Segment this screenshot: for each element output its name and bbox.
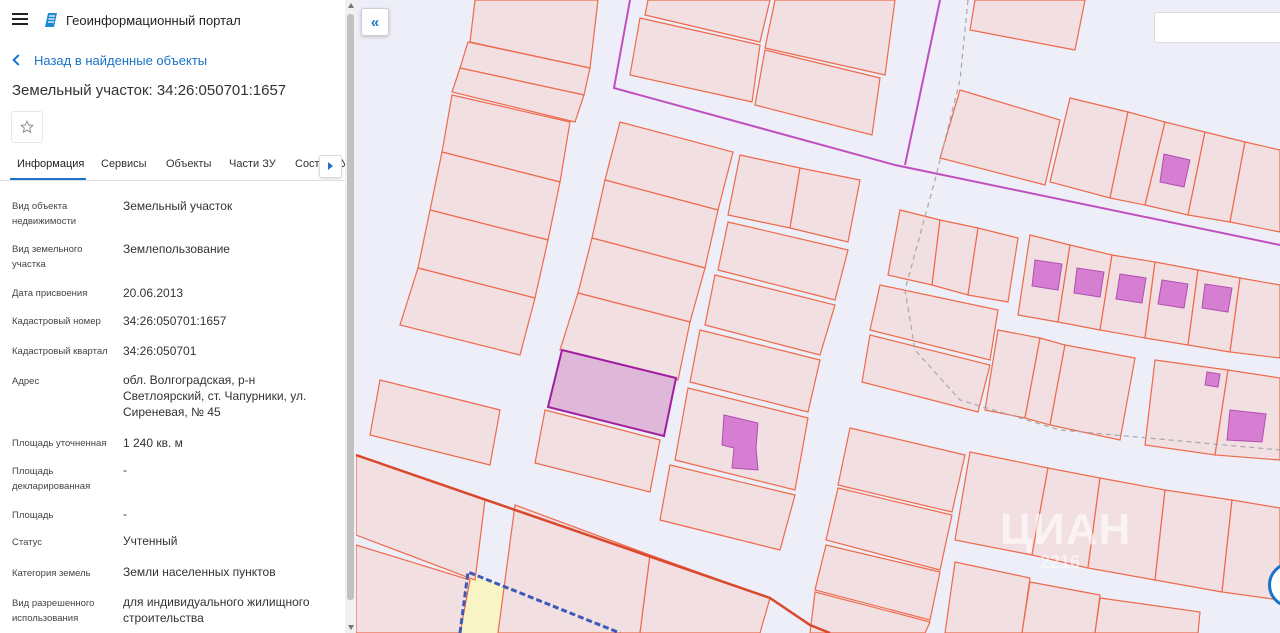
portal-logo-icon <box>45 13 57 27</box>
prop-value-address: обл. Волгоградская, р-н Светлоярский, ст… <box>123 373 307 419</box>
parcel <box>1021 581 1101 633</box>
prop-value-assign-date: 20.06.2013 <box>123 286 184 300</box>
parcel <box>944 561 1031 633</box>
parcel <box>639 554 771 633</box>
app-title: Геоинформационный портал <box>66 13 241 28</box>
object-title: Земельный участок: 34:26:050701:1657 <box>12 82 287 99</box>
active-tab-indicator <box>10 178 86 180</box>
prop-label-area-declared: Площадь декларированная <box>12 466 91 492</box>
tab-services[interactable]: Сервисы <box>101 158 147 170</box>
parcel <box>1049 344 1136 441</box>
watermark-number: 2216 <box>1040 552 1081 572</box>
building <box>1031 259 1063 291</box>
parcel <box>1094 597 1201 633</box>
prop-value-parcel-type: Землепользование <box>123 242 230 256</box>
panel-header: Геоинформационный портал <box>0 0 345 42</box>
back-link-label: Назад в найденные объекты <box>34 53 208 68</box>
building <box>1159 153 1191 188</box>
prop-label-permitted-use: Вид разрешенного использования <box>12 598 95 624</box>
prop-value-permitted-use: для индивидуального жилищного строительс… <box>123 595 310 625</box>
watermark-logo: ЦИАН <box>1000 505 1132 554</box>
tab-information[interactable]: Информация <box>17 158 84 170</box>
building <box>1226 409 1267 443</box>
parcel <box>939 89 1061 186</box>
prop-label-area: Площадь <box>12 510 54 521</box>
prop-label-area-specified: Площадь уточненная <box>12 438 107 449</box>
tab-parcel-parts[interactable]: Части ЗУ <box>229 158 276 170</box>
prop-label-address: Адрес <box>12 376 40 387</box>
tab-bar: Информация Сервисы Объекты Части ЗУ Сост… <box>0 150 345 181</box>
prop-value-area: - <box>123 507 127 521</box>
building <box>1157 279 1189 309</box>
zone-boundary-purple-vertical <box>904 0 941 166</box>
prop-label-parcel-type: Вид земельного участка <box>12 244 83 270</box>
building <box>1201 283 1233 313</box>
panel-scrollbar[interactable] <box>345 0 356 633</box>
prop-value-object-type: Земельный участок <box>123 199 233 213</box>
tabs-next-button[interactable] <box>319 155 342 178</box>
prop-label-assign-date: Дата присвоения <box>12 288 88 299</box>
prop-value-cadastral-quarter: 34:26:050701 <box>123 344 197 358</box>
prop-value-status: Учтенный <box>123 534 178 548</box>
prop-label-land-category: Категория земель <box>12 568 91 579</box>
prop-value-area-specified: 1 240 кв. м <box>123 436 183 450</box>
menu-icon[interactable] <box>12 13 28 27</box>
scrollbar-thumb[interactable] <box>347 14 354 600</box>
scroll-down-arrow-icon[interactable] <box>348 625 354 630</box>
double-chevron-left-icon: « <box>370 13 380 31</box>
parcel <box>1154 489 1233 593</box>
prop-value-cadastral-number: 34:26:050701:1657 <box>123 314 227 328</box>
map-search-input[interactable] <box>1154 12 1280 43</box>
prop-label-object-type: Вид объекта недвижимости <box>12 201 77 227</box>
building <box>1115 273 1147 304</box>
prop-value-area-declared: - <box>123 463 127 477</box>
prop-value-land-category: Земли населенных пунктов <box>123 565 276 579</box>
star-icon <box>20 120 34 133</box>
cadastral-map[interactable] <box>356 0 1280 633</box>
parcel <box>887 209 941 286</box>
parcel <box>727 154 801 229</box>
collapse-panel-button[interactable]: « <box>361 8 389 36</box>
map-view[interactable] <box>356 0 1280 633</box>
scroll-up-arrow-icon[interactable] <box>348 3 354 8</box>
back-link[interactable]: Назад в найденные объекты <box>12 53 208 68</box>
favorite-button[interactable] <box>11 111 43 143</box>
prop-label-cadastral-quarter: Кадастровый квартал <box>12 346 108 357</box>
prop-label-status: Статус <box>12 537 43 548</box>
parcel <box>789 167 861 243</box>
prop-label-cadastral-number: Кадастровый номер <box>12 316 101 327</box>
building <box>1073 267 1105 298</box>
parcel <box>969 0 1086 51</box>
parcel <box>369 379 501 466</box>
tab-objects[interactable]: Объекты <box>166 158 211 170</box>
chevron-left-icon <box>12 54 24 66</box>
building <box>1204 371 1221 388</box>
info-panel: Геоинформационный портал Назад в найденн… <box>0 0 345 633</box>
